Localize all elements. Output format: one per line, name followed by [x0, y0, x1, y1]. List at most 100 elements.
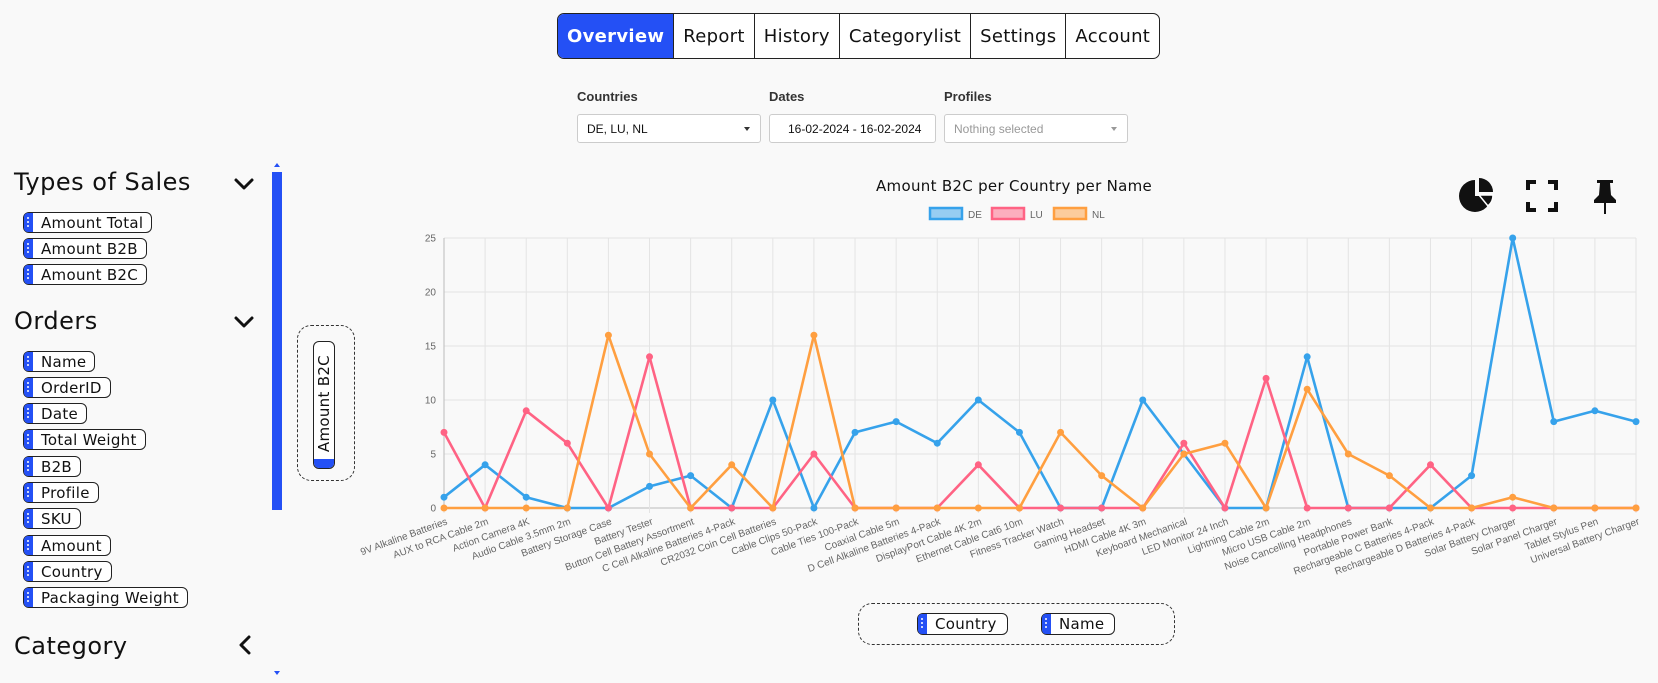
legend-swatch — [1052, 206, 1088, 221]
countries-label: Countries — [577, 89, 638, 104]
field-chip[interactable]: Total Weight — [23, 429, 146, 450]
data-point — [892, 418, 900, 426]
data-point — [687, 504, 695, 512]
tab-history[interactable]: History — [753, 14, 839, 58]
field-chip[interactable]: Packaging Weight — [23, 587, 188, 608]
y-tick-label: 25 — [425, 234, 437, 245]
drag-handle-icon[interactable] — [24, 352, 33, 371]
data-point — [1468, 472, 1476, 480]
data-point — [687, 472, 695, 480]
drag-handle-icon[interactable] — [24, 536, 33, 555]
drag-handle-icon[interactable] — [918, 614, 927, 634]
data-point — [1344, 450, 1352, 458]
caret-down-icon — [744, 127, 750, 131]
field-chip[interactable]: Profile — [23, 482, 99, 503]
data-point — [1057, 428, 1065, 436]
chevron-down-icon[interactable] — [233, 311, 255, 333]
dates-input[interactable]: 16-02-2024 - 16-02-2024 — [769, 114, 936, 143]
data-point — [1303, 353, 1311, 361]
data-point — [1303, 385, 1311, 393]
data-point — [1180, 439, 1188, 447]
data-point — [522, 504, 530, 512]
data-point — [1509, 504, 1517, 512]
data-point — [1385, 472, 1393, 480]
drag-handle-icon[interactable] — [24, 509, 33, 528]
field-chip[interactable]: Amount Total — [23, 212, 153, 233]
data-point — [440, 428, 448, 436]
tab-report[interactable]: Report — [673, 14, 753, 58]
data-point — [974, 461, 982, 469]
data-point — [769, 504, 777, 512]
drag-handle-icon[interactable] — [24, 430, 33, 449]
caret-down-icon — [1111, 127, 1117, 131]
field-chip[interactable]: OrderID — [23, 377, 111, 398]
legend-item-lu: LU — [990, 206, 1043, 221]
axis-chip[interactable]: Country — [917, 613, 1008, 635]
data-point — [769, 396, 777, 404]
field-chip[interactable]: Name — [23, 351, 96, 372]
chip-label: Amount — [41, 536, 102, 555]
drag-handle-icon[interactable] — [314, 459, 334, 468]
data-point — [1632, 504, 1640, 512]
tab-categorylist[interactable]: Categorylist — [838, 14, 970, 58]
field-chip[interactable]: Amount B2C — [23, 264, 148, 285]
chip-label: B2B — [41, 457, 73, 476]
scroll-up-arrow[interactable] — [274, 163, 280, 167]
chip-label: Country — [935, 615, 997, 633]
field-chip[interactable]: Amount — [23, 535, 111, 556]
drag-handle-icon[interactable] — [24, 483, 33, 502]
sidebar-scrollbar[interactable] — [272, 172, 282, 510]
chevron-down-icon[interactable] — [233, 173, 255, 195]
data-point — [1098, 504, 1106, 512]
chip-label: OrderID — [41, 378, 102, 397]
data-point — [440, 504, 448, 512]
data-point — [604, 504, 612, 512]
data-point — [1550, 504, 1558, 512]
field-chip[interactable]: Country — [23, 561, 112, 582]
data-point — [810, 450, 818, 458]
legend-label: LU — [1030, 210, 1043, 221]
category-heading: Category — [14, 632, 128, 660]
scroll-down-arrow[interactable] — [274, 671, 280, 675]
y-tick-label: 20 — [425, 288, 437, 299]
drag-handle-icon[interactable] — [24, 562, 33, 581]
value-chip-label: Amount B2C — [315, 355, 333, 453]
drag-handle-icon[interactable] — [24, 588, 33, 607]
chevron-left-icon[interactable] — [234, 634, 256, 656]
countries-select[interactable]: DE, LU, NL — [577, 114, 761, 143]
tab-settings[interactable]: Settings — [970, 14, 1065, 58]
data-point — [1426, 461, 1434, 469]
chip-label: Profile — [41, 483, 90, 502]
profiles-select[interactable]: Nothing selected — [944, 114, 1128, 143]
chip-label: Amount B2C — [41, 265, 139, 284]
drag-handle-icon[interactable] — [24, 213, 33, 232]
value-chip[interactable]: Amount B2C — [313, 341, 335, 469]
drag-handle-icon[interactable] — [24, 378, 33, 397]
data-point — [646, 482, 654, 490]
data-point — [1221, 439, 1229, 447]
data-point — [563, 504, 571, 512]
axis-dropzone[interactable] — [858, 603, 1175, 645]
field-chip[interactable]: SKU — [23, 508, 81, 529]
drag-handle-icon[interactable] — [24, 239, 33, 258]
axis-chip[interactable]: Name — [1041, 613, 1116, 635]
profiles-filter: Profiles Nothing selected — [944, 89, 1128, 143]
data-point — [892, 504, 900, 512]
data-point — [1591, 407, 1599, 415]
data-point — [1098, 472, 1106, 480]
data-point — [604, 331, 612, 339]
data-point — [1509, 234, 1517, 242]
tab-account[interactable]: Account — [1065, 14, 1159, 58]
field-chip[interactable]: B2B — [23, 456, 82, 477]
drag-handle-icon[interactable] — [24, 457, 33, 476]
drag-handle-icon[interactable] — [1042, 614, 1051, 634]
drag-handle-icon[interactable] — [24, 404, 33, 423]
field-chip[interactable]: Date — [23, 403, 88, 424]
drag-handle-icon[interactable] — [24, 265, 33, 284]
tab-overview[interactable]: Overview — [558, 14, 674, 58]
countries-value: DE, LU, NL — [587, 121, 648, 136]
data-point — [851, 428, 859, 436]
field-chip[interactable]: Amount B2B — [23, 238, 147, 259]
dates-value: 16-02-2024 - 16-02-2024 — [788, 121, 922, 136]
data-point — [1632, 418, 1640, 426]
